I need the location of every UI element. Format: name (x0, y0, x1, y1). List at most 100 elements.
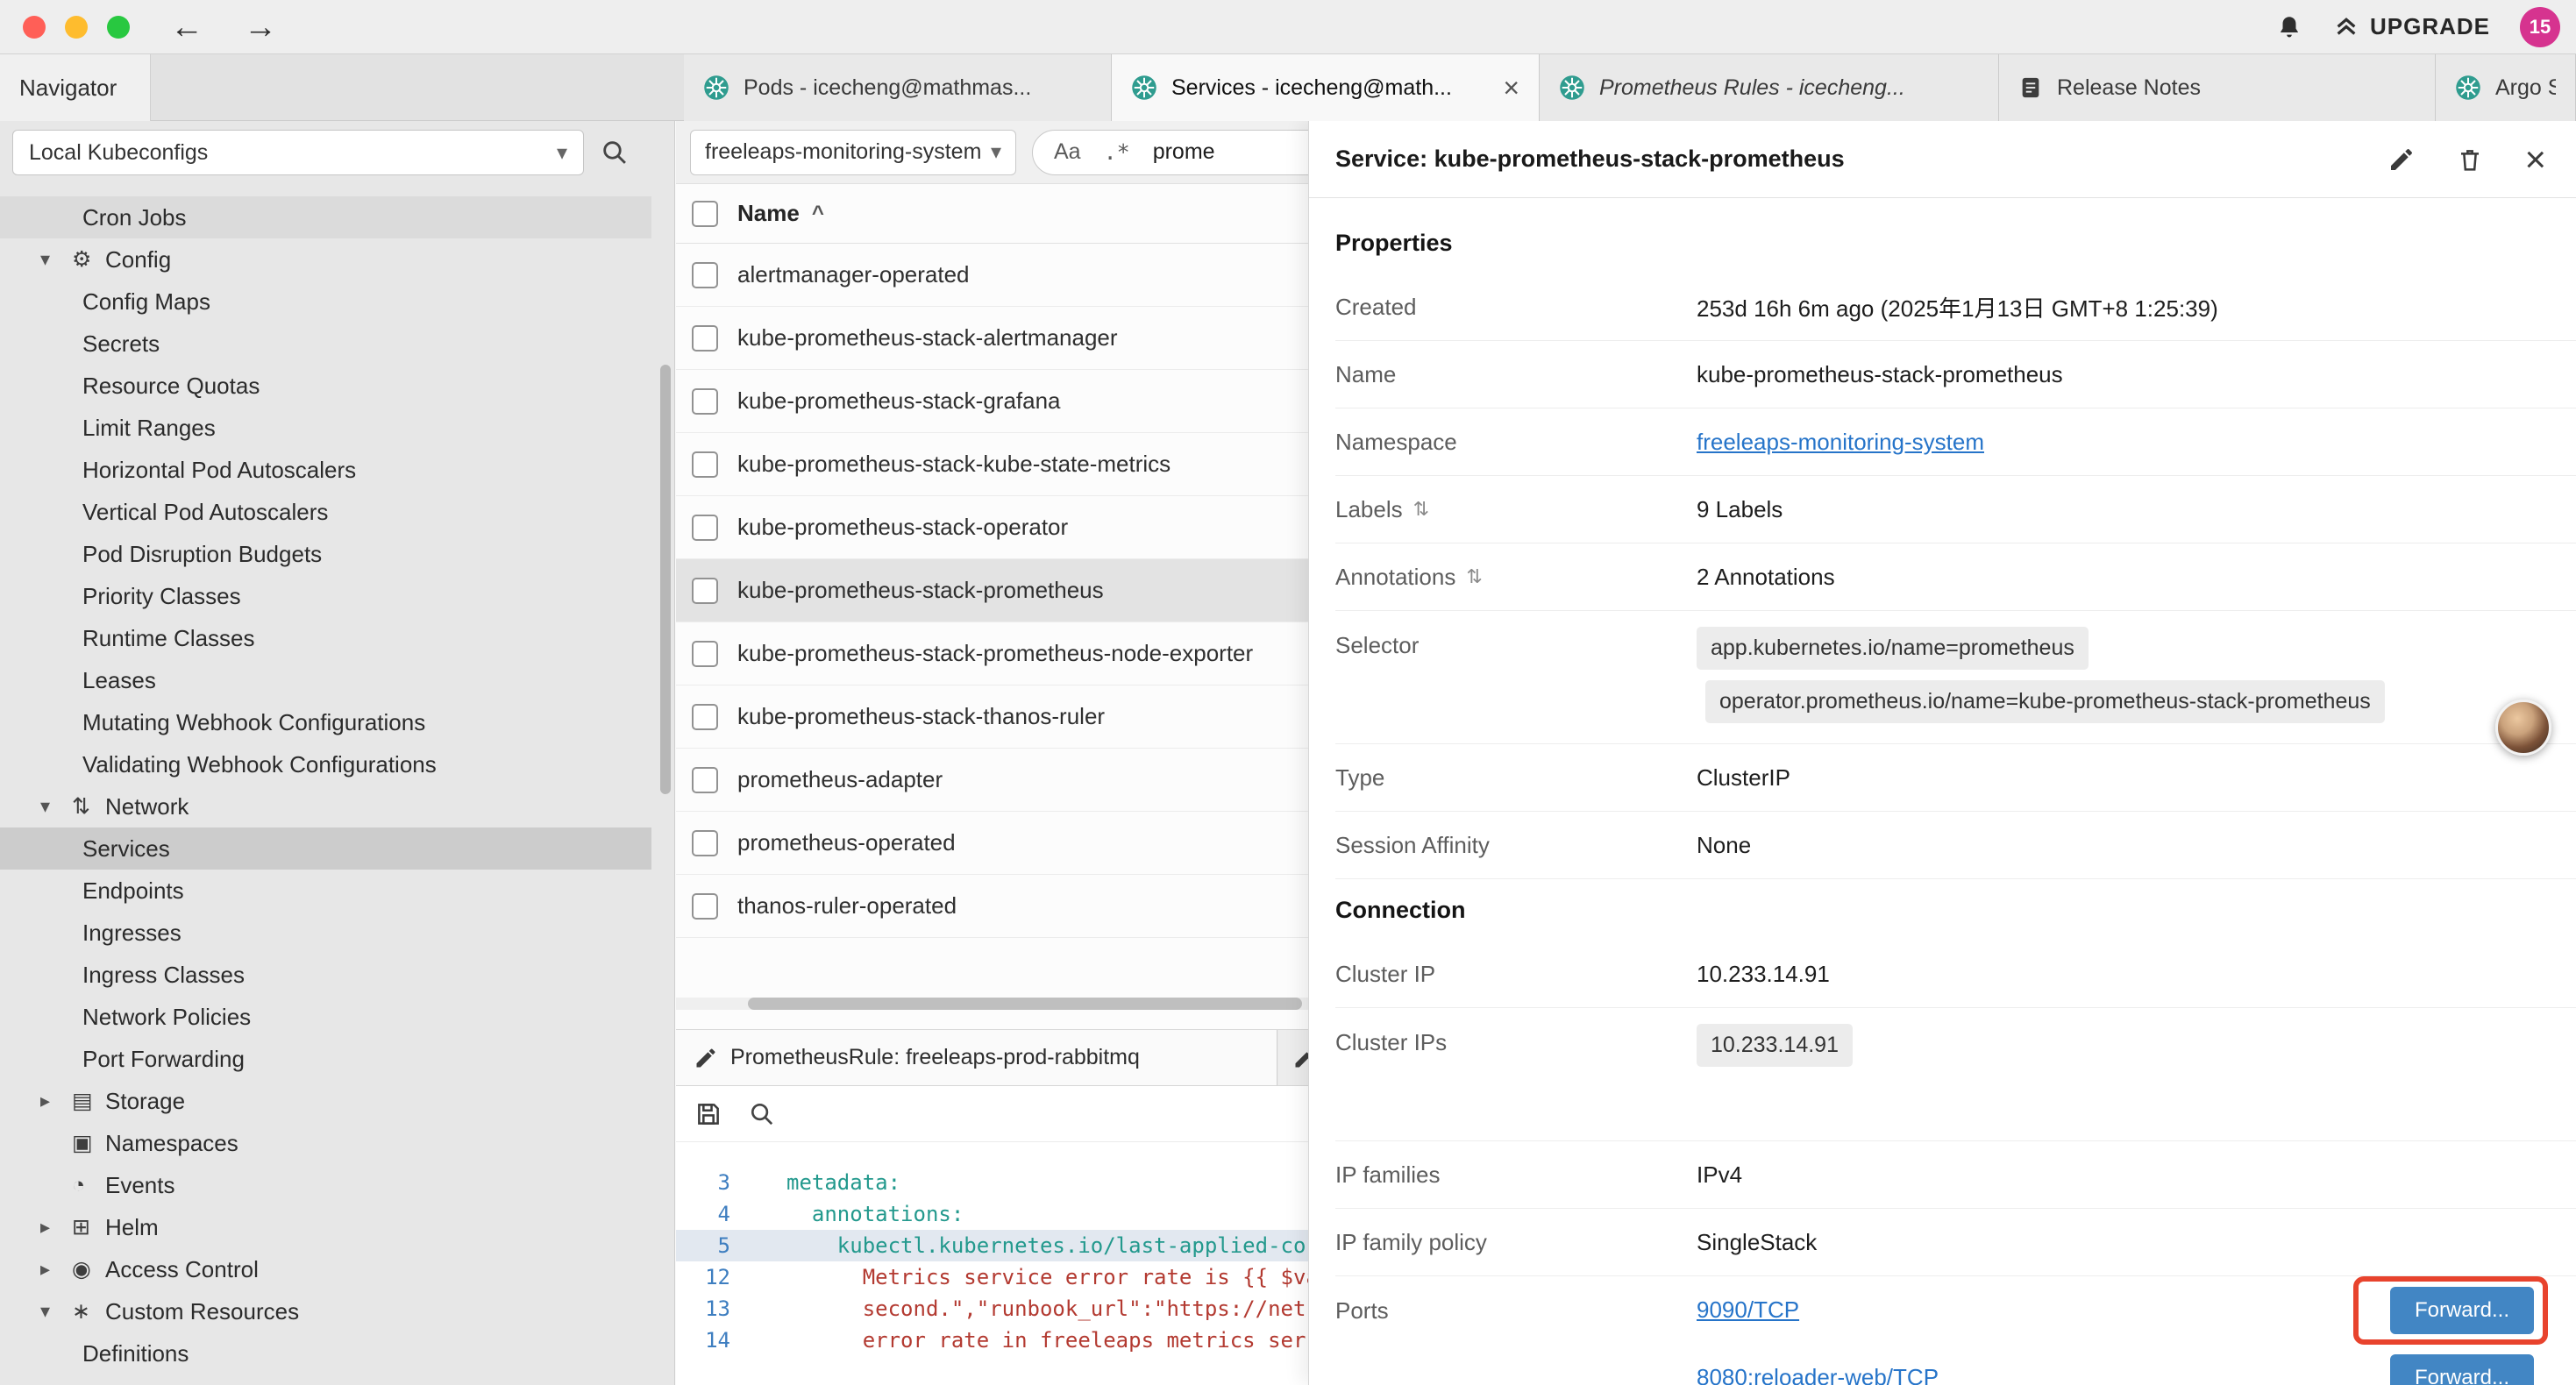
chevron-right-icon[interactable]: ▸ (40, 1216, 67, 1239)
sidebar-item-services[interactable]: Services (0, 827, 651, 870)
sidebar-item-validating-webhook-configurations[interactable]: Validating Webhook Configurations (0, 743, 651, 785)
row-checkbox[interactable] (692, 830, 718, 856)
editor-line[interactable]: 14 error rate in freeleaps metrics ser (676, 1325, 1308, 1356)
sidebar-item-cron-jobs[interactable]: Cron Jobs (0, 196, 651, 238)
row-checkbox[interactable] (692, 515, 718, 541)
forward-button[interactable]: Forward... (2390, 1354, 2534, 1385)
sidebar-item-port-forwarding[interactable]: Port Forwarding (0, 1038, 651, 1080)
table-row[interactable]: kube-prometheus-stack-prometheus (676, 559, 1308, 622)
sidebar-item-pod-disruption-budgets[interactable]: Pod Disruption Budgets (0, 533, 651, 575)
save-icon[interactable] (694, 1099, 723, 1129)
sidebar-item-storage[interactable]: ▸▤Storage (0, 1080, 651, 1122)
kubeconfig-select[interactable]: Local Kubeconfigs ▾ (12, 130, 584, 175)
chevron-right-icon[interactable]: ▸ (40, 1090, 67, 1112)
table-row[interactable]: prometheus-adapter (676, 749, 1308, 812)
back-button[interactable]: ← (170, 11, 203, 44)
close-icon[interactable]: × (2524, 141, 2546, 178)
navigator-tab[interactable]: Navigator (0, 54, 151, 121)
table-row[interactable]: kube-prometheus-stack-grafana (676, 370, 1308, 433)
sidebar-search-icon[interactable] (600, 138, 630, 167)
regex-toggle[interactable]: .* (1104, 139, 1130, 165)
sidebar-item-ingresses[interactable]: Ingresses (0, 912, 651, 954)
sidebar-item-config[interactable]: ▾⚙Config (0, 238, 651, 281)
sidebar-item-secrets[interactable]: Secrets (0, 323, 651, 365)
sidebar-item-helm[interactable]: ▸⊞Helm (0, 1206, 651, 1248)
forward-button[interactable]: → (244, 11, 277, 44)
tab-close-icon[interactable]: × (1503, 72, 1519, 104)
row-checkbox[interactable] (692, 893, 718, 920)
horizontal-scrollbar[interactable] (676, 998, 1308, 1010)
notifications-bell-icon[interactable] (2275, 13, 2303, 41)
chevron-down-icon[interactable]: ▾ (40, 795, 67, 818)
services-search-input[interactable]: Aa .* prome (1032, 130, 1308, 175)
match-case-toggle[interactable]: Aa (1054, 139, 1081, 165)
editor-line[interactable]: 4 annotations: (676, 1198, 1308, 1230)
sidebar-item-definitions[interactable]: Definitions (0, 1332, 651, 1374)
table-row[interactable]: kube-prometheus-stack-prometheus-node-ex… (676, 622, 1308, 685)
tab-prometheus-rules-icecheng[interactable]: Prometheus Rules - icecheng... (1540, 54, 1999, 121)
sidebar-item-leases[interactable]: Leases (0, 659, 651, 701)
row-checkbox[interactable] (692, 262, 718, 288)
notification-count-badge[interactable]: 15 (2520, 7, 2560, 47)
sidebar-item-resource-quotas[interactable]: Resource Quotas (0, 365, 651, 407)
sidebar-item-endpoints[interactable]: Endpoints (0, 870, 651, 912)
sidebar-item-config-maps[interactable]: Config Maps (0, 281, 651, 323)
user-avatar[interactable] (2495, 700, 2551, 756)
sidebar-item-vertical-pod-autoscalers[interactable]: Vertical Pod Autoscalers (0, 491, 651, 533)
sidebar-item-network-policies[interactable]: Network Policies (0, 996, 651, 1038)
chevron-down-icon[interactable]: ▾ (40, 248, 67, 271)
chevron-right-icon[interactable]: ▸ (40, 1258, 67, 1281)
sort-toggle-icon[interactable]: ⇅ (1413, 498, 1429, 521)
sidebar-item-runtime-classes[interactable]: Runtime Classes (0, 617, 651, 659)
table-row[interactable]: kube-prometheus-stack-operator (676, 496, 1308, 559)
namespace-filter-select[interactable]: freeleaps-monitoring-system ▾ (690, 130, 1016, 175)
sidebar-item-priority-classes[interactable]: Priority Classes (0, 575, 651, 617)
row-checkbox[interactable] (692, 451, 718, 478)
row-checkbox[interactable] (692, 641, 718, 667)
table-row[interactable]: kube-prometheus-stack-thanos-ruler (676, 685, 1308, 749)
sidebar-item-ingress-classes[interactable]: Ingress Classes (0, 954, 651, 996)
window-zoom-icon[interactable] (107, 16, 130, 39)
select-all-checkbox[interactable] (692, 201, 718, 227)
sidebar-item-network[interactable]: ▾⇅Network (0, 785, 651, 827)
chevron-down-icon[interactable]: ▾ (40, 1300, 67, 1323)
port-link[interactable]: 8080:reloader-web/TCP (1697, 1364, 1939, 1385)
editor-line[interactable]: 12 Metrics service error rate is {{ $va (676, 1261, 1308, 1293)
window-minimize-icon[interactable] (65, 16, 88, 39)
row-checkbox[interactable] (692, 325, 718, 352)
tab-release-notes[interactable]: Release Notes (1999, 54, 2436, 121)
sidebar-item-horizontal-pod-autoscalers[interactable]: Horizontal Pod Autoscalers (0, 449, 651, 491)
editor-line[interactable]: 13 second.","runbook_url":"https://net (676, 1293, 1308, 1325)
row-checkbox[interactable] (692, 704, 718, 730)
upgrade-button[interactable]: UPGRADE (2333, 13, 2490, 40)
namespace-link[interactable]: freeleaps-monitoring-system (1697, 429, 1984, 455)
tab-pods-icecheng-mathmas[interactable]: Pods - icecheng@mathmas... (684, 54, 1112, 121)
sidebar-scrollbar[interactable] (660, 365, 671, 794)
sidebar-item-custom-resources[interactable]: ▾∗Custom Resources (0, 1290, 651, 1332)
table-row[interactable]: thanos-ruler-operated (676, 875, 1308, 938)
edit-pencil-icon[interactable] (2387, 146, 2416, 174)
horizontal-scrollbar-thumb[interactable] (748, 998, 1302, 1010)
yaml-editor[interactable]: 3metadata:4 annotations:5 kubectl.kubern… (676, 1142, 1308, 1356)
sidebar-item-mutating-webhook-configurations[interactable]: Mutating Webhook Configurations (0, 701, 651, 743)
sidebar-item-events[interactable]: ◔Events (0, 1164, 651, 1206)
sort-toggle-icon[interactable]: ⇅ (1466, 565, 1482, 588)
sidebar-item-namespaces[interactable]: ▣Namespaces (0, 1122, 651, 1164)
sidebar-item-access-control[interactable]: ▸◉Access Control (0, 1248, 651, 1290)
window-close-icon[interactable] (23, 16, 46, 39)
forward-button[interactable]: Forward... (2390, 1287, 2534, 1334)
editor-tab-partial[interactable] (1278, 1030, 1308, 1085)
table-row[interactable]: kube-prometheus-stack-alertmanager (676, 307, 1308, 370)
sort-asc-icon[interactable]: ^ (812, 202, 824, 226)
sidebar-item-limit-ranges[interactable]: Limit Ranges (0, 407, 651, 449)
name-column-header[interactable]: Name (737, 200, 800, 227)
editor-line[interactable]: 5 kubectl.kubernetes.io/last-applied-co (676, 1230, 1308, 1261)
table-row[interactable]: kube-prometheus-stack-kube-state-metrics (676, 433, 1308, 496)
row-checkbox[interactable] (692, 388, 718, 415)
row-checkbox[interactable] (692, 578, 718, 604)
tab-argo-s[interactable]: Argo S (2436, 54, 2576, 121)
port-link[interactable]: 9090/TCP (1697, 1296, 1799, 1324)
table-row[interactable]: prometheus-operated (676, 812, 1308, 875)
row-checkbox[interactable] (692, 767, 718, 793)
editor-line[interactable]: 3metadata: (676, 1167, 1308, 1198)
